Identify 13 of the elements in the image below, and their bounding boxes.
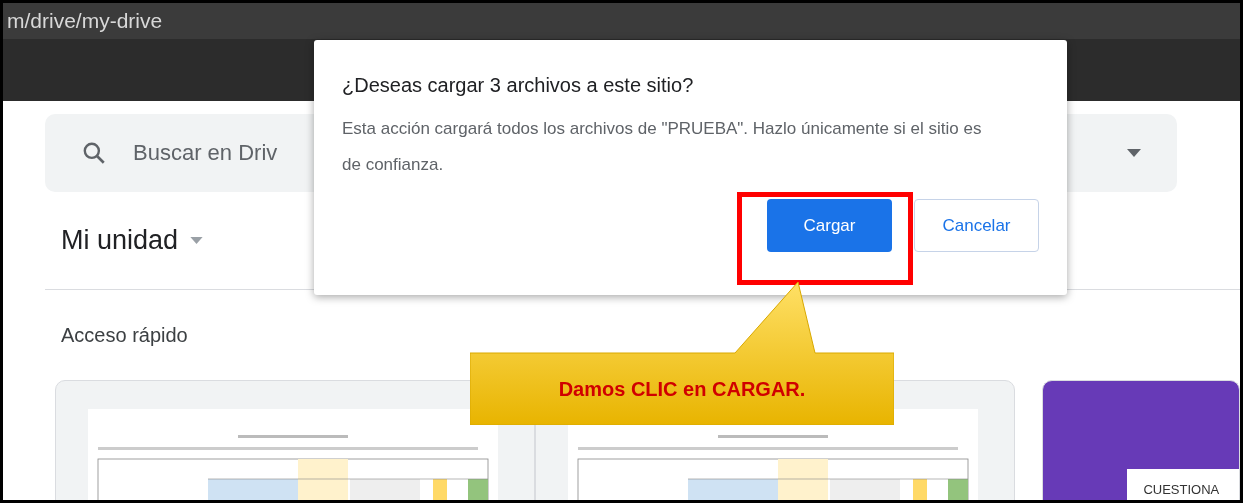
caret-icon[interactable] [1127, 149, 1141, 157]
upload-button[interactable]: Cargar [767, 199, 892, 252]
card-title: CUESTIONA [1143, 482, 1220, 497]
dialog-message: Esta acción cargará todos los archivos de "PRUEBA". Hazlo únicamente si el sitio es de confianza. [342, 118, 983, 176]
form-card[interactable]: CUESTIONA [1042, 380, 1240, 500]
address-bar-url[interactable]: m/drive/my-drive [7, 9, 163, 33]
dialog-title: ¿Deseas cargar 3 archivos a este sitio? [342, 74, 695, 97]
page-title[interactable]: Mi unidad [61, 225, 179, 256]
section-heading: Acceso rápido [60, 323, 189, 348]
callout-tooltip: Damos CLIC en CARGAR. [470, 280, 894, 425]
search-icon [81, 140, 107, 166]
caret-icon[interactable] [190, 237, 204, 244]
cancel-button[interactable]: Cancelar [914, 199, 1039, 252]
